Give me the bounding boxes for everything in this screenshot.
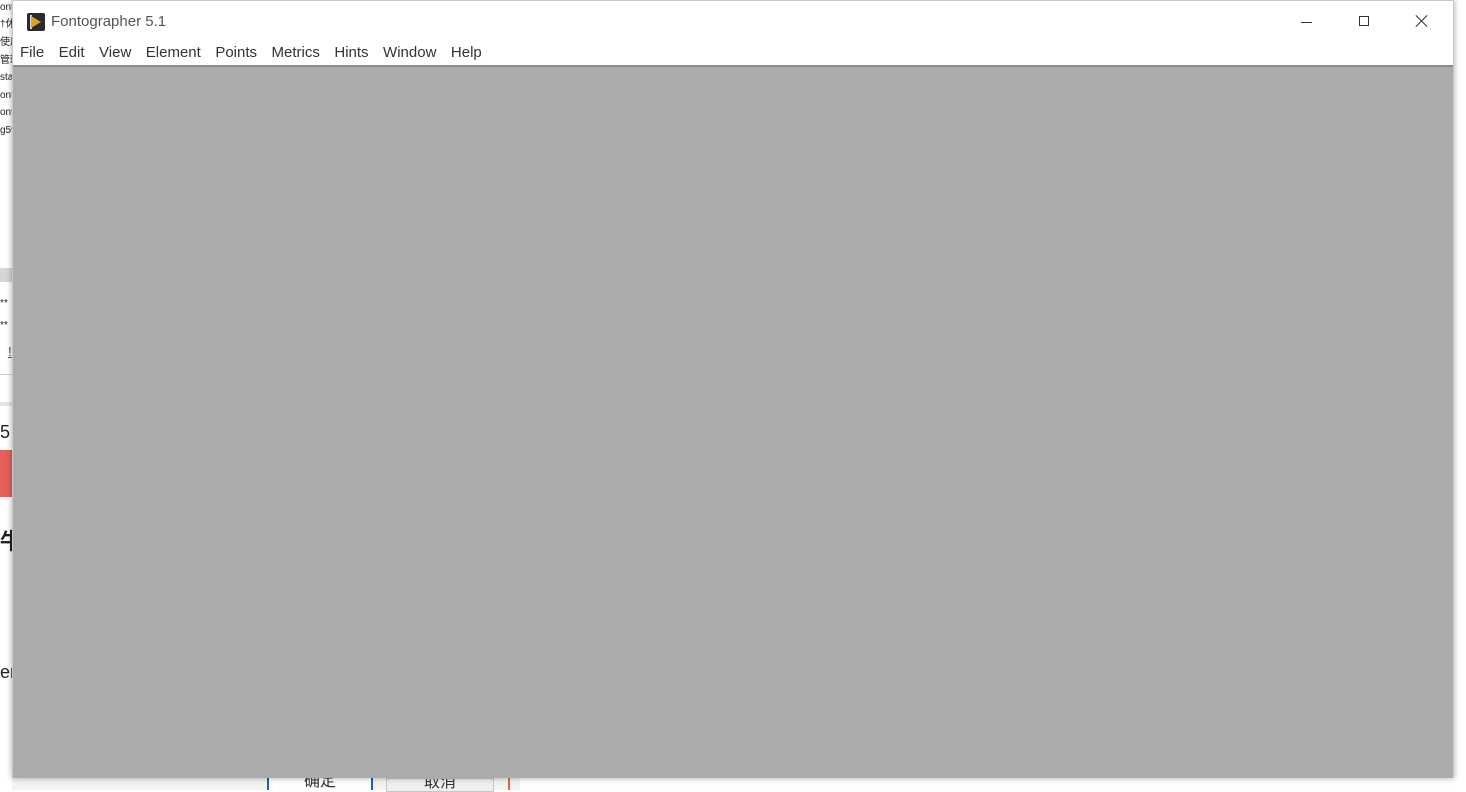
- background-text: er: [0, 662, 12, 682]
- background-text: ont: [0, 2, 12, 13]
- window-title: Fontographer 5.1: [51, 13, 167, 30]
- menu-hints[interactable]: Hints: [328, 42, 377, 64]
- background-text: 牛: [0, 529, 12, 554]
- close-button[interactable]: [1393, 1, 1451, 41]
- close-icon: [1415, 14, 1429, 28]
- fontographer-app-icon[interactable]: [27, 13, 45, 31]
- menu-metrics[interactable]: Metrics: [266, 42, 329, 64]
- background-red-banner: [0, 450, 12, 497]
- background-text: 管理: [0, 55, 12, 66]
- fontographer-window: Fontographer 5.1 File Edit View Element …: [12, 0, 1454, 778]
- background-text: g5v: [0, 125, 12, 136]
- mdi-client-area[interactable]: [13, 67, 1453, 778]
- background-divider: [0, 374, 12, 375]
- menu-element[interactable]: Element: [140, 42, 210, 64]
- background-text: 使用: [0, 37, 12, 48]
- background-divider: [0, 402, 12, 406]
- menu-window[interactable]: Window: [377, 42, 445, 64]
- background-text: **: [0, 298, 8, 309]
- menu-points[interactable]: Points: [209, 42, 265, 64]
- background-text: 5: [0, 422, 11, 442]
- title-bar[interactable]: Fontographer 5.1: [13, 1, 1453, 41]
- minimize-button[interactable]: [1277, 1, 1335, 41]
- background-text: ont: [0, 107, 12, 118]
- maximize-icon: [1359, 16, 1369, 26]
- background-text: ont: [0, 90, 12, 101]
- background-window-fragment: ont †休 使用 管理 sta ont ont g5v ** ** ! 5 牛…: [0, 0, 12, 790]
- menu-help[interactable]: Help: [445, 42, 490, 64]
- background-ok-button: 确定: [267, 778, 373, 790]
- background-text: †休: [0, 19, 12, 30]
- maximize-button[interactable]: [1335, 1, 1393, 41]
- minimize-icon: [1300, 21, 1312, 23]
- menu-bar: File Edit View Element Points Metrics Hi…: [13, 41, 1453, 65]
- background-text: sta: [0, 72, 12, 83]
- menu-file[interactable]: File: [14, 42, 53, 64]
- menu-view[interactable]: View: [93, 42, 140, 64]
- background-text: **: [0, 320, 8, 331]
- background-scrollbar: [0, 268, 12, 282]
- menu-edit[interactable]: Edit: [53, 42, 93, 64]
- background-accent-line: [508, 778, 510, 790]
